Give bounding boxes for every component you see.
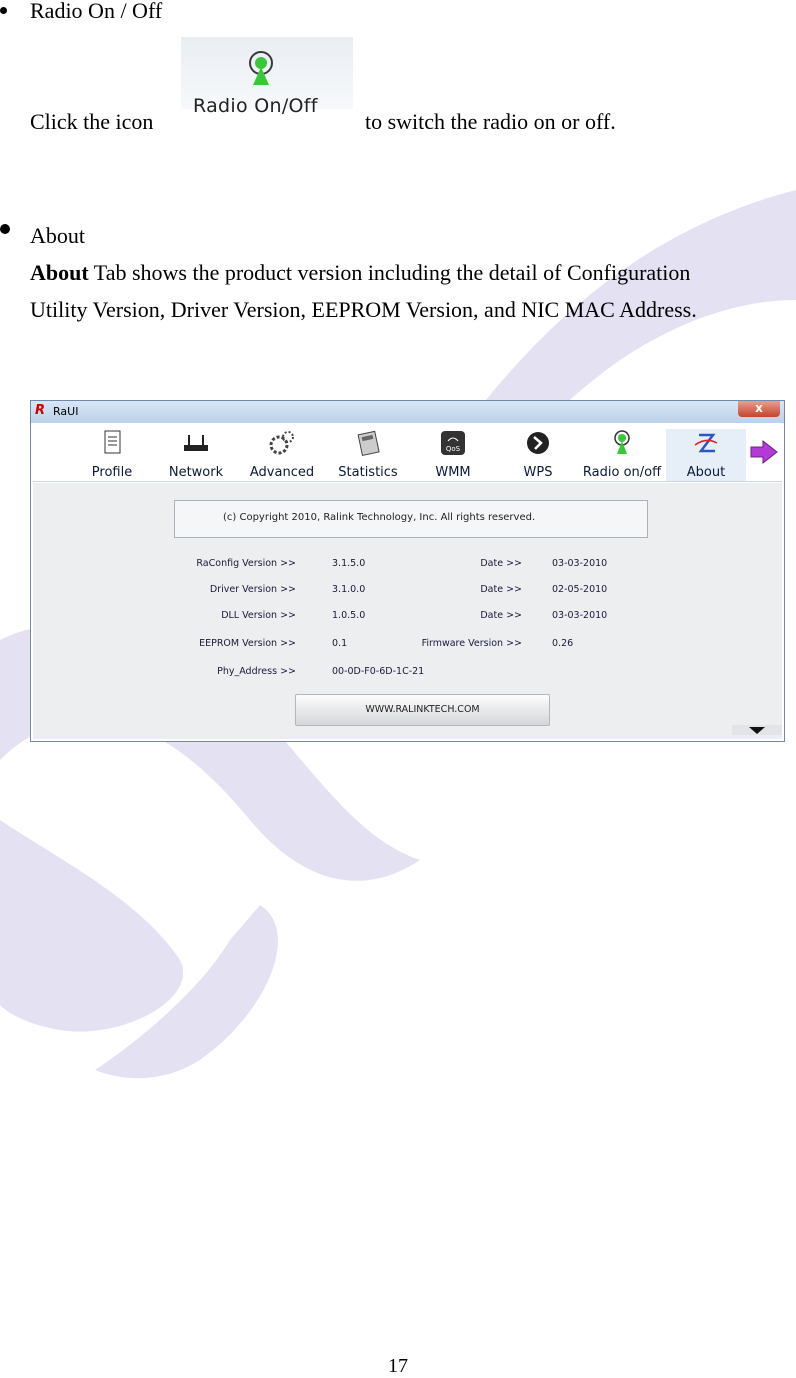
tab-label: Advanced — [249, 465, 315, 480]
raconfig-date-label: Date >> — [480, 558, 522, 569]
radio-icon — [614, 430, 630, 454]
tab-advanced[interactable]: Advanced — [249, 429, 315, 481]
driver-date-value: 02-05-2010 — [552, 584, 608, 595]
copyright-box: (c) Copyright 2010, Ralink Technology, I… — [174, 500, 648, 538]
tab-about[interactable]: About — [666, 429, 746, 481]
scroll-down-arrow-icon[interactable] — [732, 725, 782, 735]
tab-label: Radio on/off — [582, 465, 662, 480]
statistics-icon — [357, 430, 380, 457]
tab-label: Statistics — [338, 465, 398, 480]
raui-window-screenshot: R RaUI x Profile Network Advanced Statis… — [30, 400, 785, 742]
raconfig-date-value: 03-03-2010 — [552, 558, 608, 569]
raconfig-version-label: RaConfig Version >> — [196, 558, 296, 569]
radio-text-before: Click the icon — [30, 109, 154, 134]
wmm-icon: QoS — [441, 431, 465, 455]
tab-label: Profile — [91, 465, 133, 480]
phy-address-value: 00-0D-F0-6D-1C-21 — [332, 666, 425, 677]
about-line-1-text: Tab shows the product version including … — [88, 260, 691, 285]
wps-icon — [527, 432, 549, 454]
firmware-version-label: Firmware Version >> — [421, 638, 522, 649]
bullet — [0, 224, 10, 234]
window-title: RaUI — [53, 405, 79, 418]
tab-radio-onoff[interactable]: Radio on/off — [579, 429, 665, 481]
eeprom-version-value: 0.1 — [332, 638, 348, 649]
tab-statistics[interactable]: Statistics — [336, 429, 400, 481]
eeprom-version-label: EEPROM Version >> — [199, 638, 296, 649]
about-heading: About — [30, 223, 85, 248]
tab-label: Network — [168, 465, 224, 480]
tab-wmm[interactable]: QoS WMM — [428, 429, 478, 481]
about-line-2: Utility Version, Driver Version, EEPROM … — [30, 297, 697, 322]
radio-icon — [249, 51, 273, 85]
radio-onoff-button-image: Radio On/Off — [181, 37, 353, 117]
phy-address-label: Phy_Address >> — [217, 666, 296, 677]
tab-wps[interactable]: WPS — [515, 429, 561, 481]
window-titlebar: R RaUI x — [31, 401, 784, 423]
ralink-logo: R — [35, 403, 46, 418]
ralink-website-button[interactable]: WWW.RALINKTECH.COM — [295, 694, 550, 726]
tab-label: About — [686, 465, 726, 480]
dll-date-label: Date >> — [480, 610, 522, 621]
network-icon — [184, 435, 208, 451]
radio-text-after: to switch the radio on or off. — [365, 109, 616, 134]
svg-text:QoS: QoS — [446, 445, 461, 453]
about-bold-word: About — [30, 260, 89, 285]
dll-date-value: 03-03-2010 — [552, 610, 608, 621]
tab-label: WPS — [523, 465, 553, 480]
about-icon — [694, 433, 718, 453]
toolbar: Profile Network Advanced Statistics QoS … — [33, 425, 782, 482]
firmware-version-value: 0.26 — [552, 638, 574, 649]
radio-icon-label: Radio On/Off — [193, 95, 318, 117]
driver-date-label: Date >> — [480, 584, 522, 595]
copyright-text: (c) Copyright 2010, Ralink Technology, I… — [223, 512, 536, 523]
tab-profile[interactable]: Profile — [85, 429, 139, 481]
about-line-1: About Tab shows the product version incl… — [30, 259, 690, 287]
driver-version-label: Driver Version >> — [209, 584, 296, 595]
page-number: 17 — [388, 1355, 408, 1377]
raconfig-version-value: 3.1.5.0 — [332, 558, 366, 569]
next-arrow-icon[interactable] — [749, 439, 779, 465]
radio-heading: Radio On / Off — [30, 0, 163, 23]
tab-network[interactable]: Network — [164, 429, 228, 481]
about-panel: (c) Copyright 2010, Ralink Technology, I… — [33, 483, 782, 739]
advanced-icon — [269, 431, 294, 455]
profile-icon — [104, 430, 121, 454]
dll-version-label: DLL Version >> — [221, 610, 296, 621]
dll-version-value: 1.0.5.0 — [332, 610, 366, 621]
close-button[interactable]: x — [738, 401, 780, 417]
bullet — [0, 7, 7, 14]
tab-label: WMM — [435, 465, 471, 480]
driver-version-value: 3.1.0.0 — [332, 584, 366, 595]
